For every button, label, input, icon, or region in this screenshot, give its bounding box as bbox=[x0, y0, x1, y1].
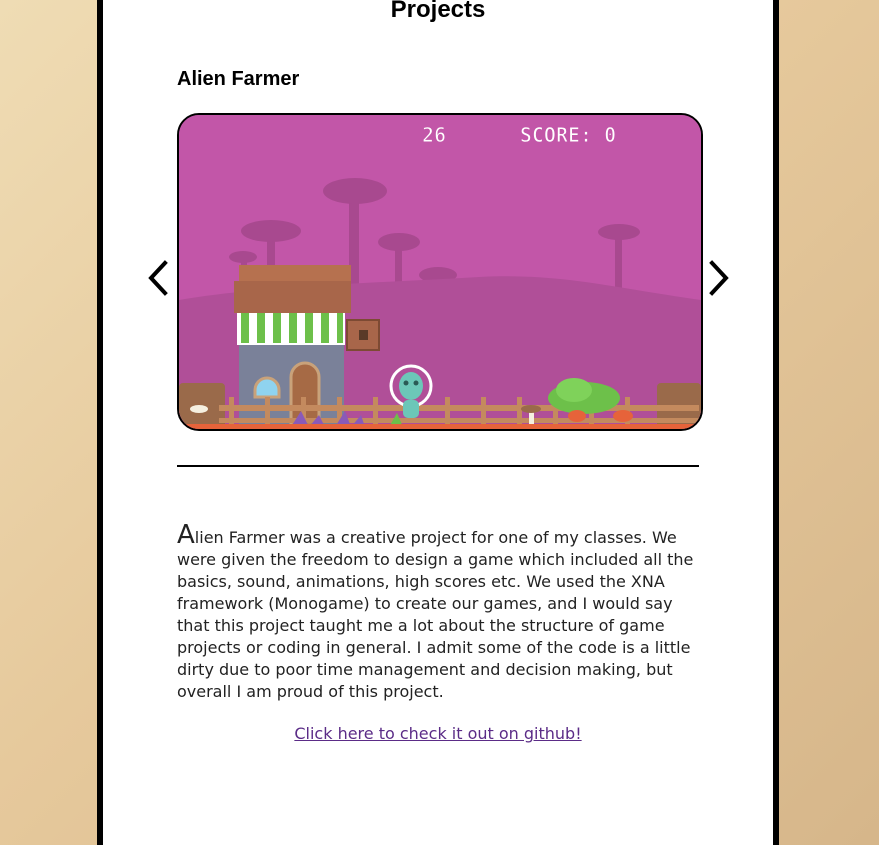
page-title: Projects bbox=[390, 0, 486, 23]
section-divider bbox=[177, 465, 699, 467]
project-title: Alien Farmer bbox=[177, 68, 300, 90]
project-description: Alien Farmer was a creative project for … bbox=[177, 522, 707, 703]
carousel-prev-button[interactable] bbox=[143, 258, 173, 298]
project-screenshot: 26 SCORE: 0 bbox=[177, 113, 703, 431]
description-dropcap: A bbox=[177, 520, 195, 550]
github-link[interactable]: Click here to check it out on github! bbox=[103, 724, 773, 743]
hud-timer: 26 bbox=[422, 123, 446, 147]
content-panel: Projects Alien Farmer 26 SCORE: 0 Alien … bbox=[97, 0, 779, 845]
chevron-left-icon bbox=[148, 260, 168, 296]
description-text: lien Farmer was a creative project for o… bbox=[177, 528, 694, 701]
hud-score: SCORE: 0 bbox=[520, 123, 616, 147]
carousel-next-button[interactable] bbox=[704, 258, 734, 298]
chevron-right-icon bbox=[709, 260, 729, 296]
